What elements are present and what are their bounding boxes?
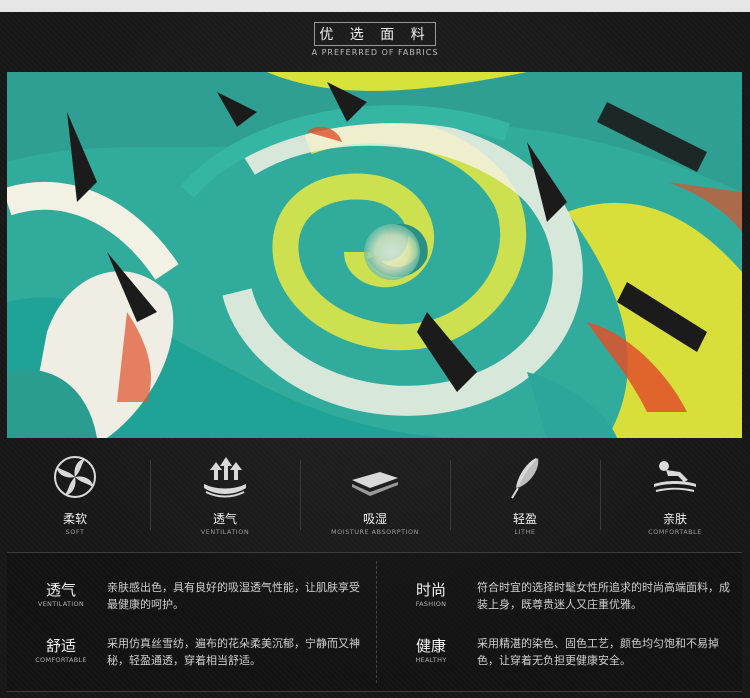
detail-panel: 透气 VENTILATION 亲肤感出色，具有良好的吸湿透气性能，让肌肤享受最健… (7, 552, 742, 692)
feature-sub: COMFORTABLE (648, 528, 702, 536)
top-strip (0, 0, 750, 12)
feature-soft: 柔软 SOFT (0, 448, 150, 548)
feature-label: 透气 (212, 512, 237, 526)
detail-title: 透气 (45, 581, 76, 599)
detail-text: 符合时宜的选择时髦女性所追求的时尚高端面料，成装上身，既尊贵迷人又庄重优雅。 (477, 581, 730, 611)
detail-fashion: 时尚 FASHION 符合时宜的选择时髦女性所追求的时尚高端面料，成装上身，既尊… (387, 579, 747, 629)
feature-lithe: 轻盈 LITHE (450, 448, 600, 548)
detail-text: 亲肤感出色，具有良好的吸湿透气性能，让肌肤享受最健康的呵护。 (107, 581, 360, 611)
detail-subtitle: HEALTHY (415, 656, 447, 664)
feature-sub: SOFT (65, 528, 85, 536)
detail-ventilation: 透气 VENTILATION 亲肤感出色，具有良好的吸湿透气性能，让肌肤享受最健… (17, 579, 377, 629)
feature-label: 柔软 (62, 512, 87, 526)
feature-sub: LITHE (514, 528, 536, 536)
feature-comfortable: 亲肤 COMFORTABLE (600, 448, 750, 548)
fabric-swirl-illustration (7, 72, 742, 438)
detail-title: 舒适 (45, 637, 76, 655)
feature-moisture: 吸湿 MOISTURE ABSORPTION (300, 448, 450, 548)
pinwheel-icon (50, 454, 100, 500)
feature-ventilation: 透气 VENTILATION (150, 448, 300, 548)
detail-healthy: 健康 HEALTHY 采用精湛的染色、固色工艺，颜色均匀饱和不易掉色，让穿着无负… (387, 635, 747, 685)
absorbent-layers-icon (350, 454, 400, 500)
feather-icon (500, 454, 550, 500)
detail-text: 采用精湛的染色、固色工艺，颜色均匀饱和不易掉色，让穿着无负担更健康安全。 (477, 637, 719, 667)
breathable-arrows-icon (200, 454, 250, 500)
feature-label: 亲肤 (662, 512, 687, 526)
detail-subtitle: VENTILATION (37, 600, 85, 608)
feature-sub: VENTILATION (200, 528, 250, 536)
feature-row: 柔软 SOFT 透气 VENTILATION 吸湿 MOISTURE ABSOR… (0, 448, 750, 548)
section-subtitle: A PREFERRED OF FABRICS (311, 48, 439, 57)
feature-label: 吸湿 (362, 512, 387, 526)
detail-title: 健康 (415, 637, 446, 655)
reclining-figure-icon (650, 454, 700, 500)
fabric-photo (7, 72, 742, 438)
section-title: 优 选 面 料 (314, 22, 436, 46)
detail-subtitle: COMFORTABLE (35, 656, 87, 664)
feature-label: 轻盈 (512, 512, 537, 526)
detail-comfortable: 舒适 COMFORTABLE 采用仿真丝雪纺，遍布的花朵柔美沉郁，宁静而又神秘，… (17, 635, 377, 685)
detail-subtitle: FASHION (415, 600, 447, 608)
detail-title: 时尚 (415, 581, 446, 599)
feature-sub: MOISTURE ABSORPTION (330, 528, 420, 536)
detail-text: 采用仿真丝雪纺，遍布的花朵柔美沉郁，宁静而又神秘，轻盈通透，穿着相当舒适。 (107, 637, 360, 667)
